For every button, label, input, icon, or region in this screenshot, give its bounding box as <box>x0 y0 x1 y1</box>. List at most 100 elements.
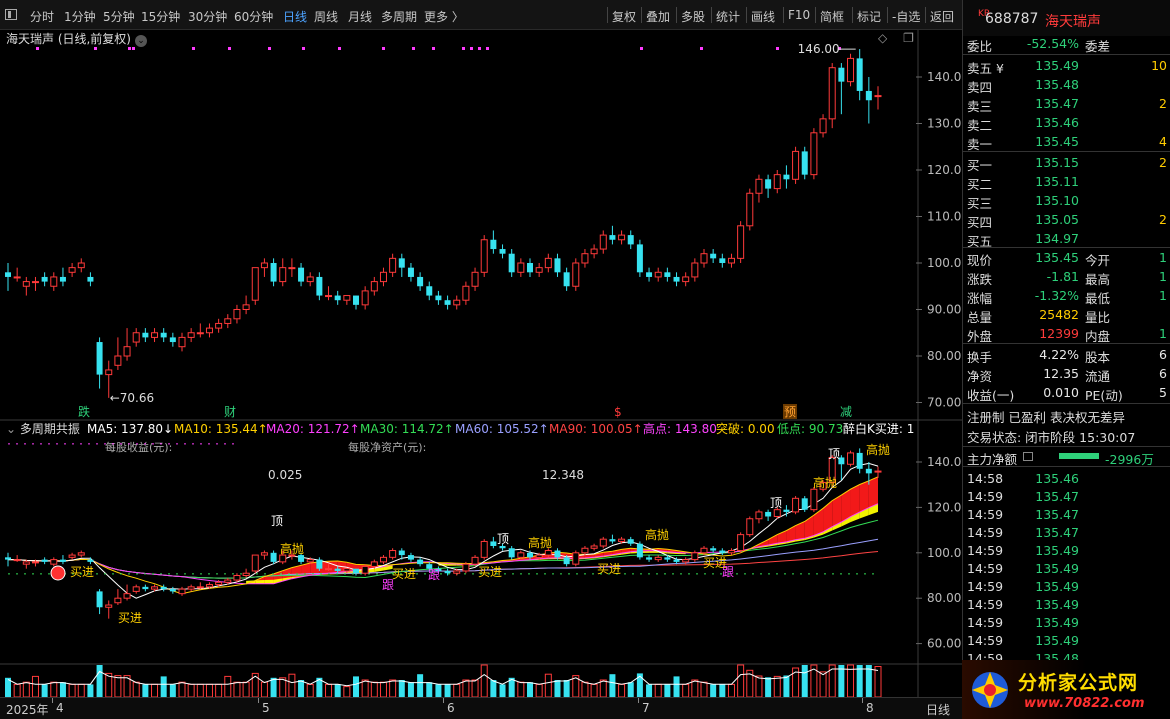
event-marker[interactable]: 跌 <box>78 404 90 419</box>
volume-bar <box>389 679 397 697</box>
period-tab[interactable]: 日线 <box>283 8 307 25</box>
ind-candle <box>215 581 223 586</box>
ask-row[interactable]: 卖一 135.45 4 <box>963 132 1170 152</box>
chevron-down-icon[interactable]: ⌄ <box>135 35 147 47</box>
toolbar-action-button[interactable]: 返回 <box>930 8 954 25</box>
volume-bar <box>68 683 76 697</box>
candle <box>178 336 186 348</box>
ind-candle <box>160 586 167 590</box>
fundamental-value: 12.35 <box>1043 366 1079 381</box>
main-flow-bar <box>1059 453 1099 459</box>
list-icon[interactable] <box>1023 452 1033 461</box>
toolbar-action-button[interactable]: 画线 <box>751 8 775 25</box>
candle <box>453 299 461 306</box>
period-tab[interactable]: 5分钟 <box>103 8 135 25</box>
event-marker[interactable]: 减 <box>840 405 852 419</box>
candle <box>407 267 414 277</box>
kline-chart[interactable]: 140.00 130.00 120.00 110.00 100.00 90.00 80.00… <box>0 30 962 697</box>
watermark-logo: 分析家公式网 www.70822.com <box>962 660 1170 719</box>
toolbar-action-button[interactable]: 简框 <box>820 8 844 25</box>
period-tab[interactable]: 60分钟 <box>234 8 273 25</box>
candle <box>554 258 561 273</box>
toolbar-action-button[interactable]: 统计 <box>716 8 740 25</box>
ind-candle <box>379 556 387 563</box>
toolbar-action-button[interactable]: 叠加 <box>646 8 670 25</box>
marker-dot <box>432 47 435 50</box>
ind-candle <box>499 545 506 549</box>
signal-label: 买进 <box>597 562 621 576</box>
candle <box>499 249 506 254</box>
period-tab[interactable]: 更多 〉 <box>424 8 464 25</box>
candle <box>792 150 800 180</box>
y-tick-label: 90.00 <box>927 303 961 317</box>
ma10-line <box>8 476 879 595</box>
period-tab[interactable]: 月线 <box>348 8 372 25</box>
volume-bar <box>462 679 470 697</box>
high-price-label: 146.00 <box>798 42 840 56</box>
event-marker[interactable]: 预 <box>784 405 796 419</box>
ask-row[interactable]: 卖五 ¥135.49 10 <box>963 56 1170 76</box>
stat-value: 25482 <box>1039 307 1079 322</box>
toolbar-action-button[interactable]: 标记 <box>857 8 881 25</box>
stat-value: 1 <box>1159 250 1167 265</box>
bid-row[interactable]: 买二 135.11 <box>963 172 1170 192</box>
ind-candle <box>68 554 76 558</box>
restore-icon[interactable]: ❐ <box>903 31 914 45</box>
tick-time: 14:59 <box>967 507 1004 522</box>
bid-row[interactable]: 买五 134.97 <box>963 229 1170 249</box>
event-marker[interactable]: $ <box>614 405 622 419</box>
ind-candle <box>773 509 781 517</box>
marker-dot <box>36 47 39 50</box>
volume-bar <box>783 675 790 697</box>
volume-bar <box>361 679 369 697</box>
ma-legend-item: 突破: 0.00 <box>716 421 775 436</box>
ask-row[interactable]: 卖四 135.48 <box>963 75 1170 95</box>
tick-time: 14:59 <box>967 489 1004 504</box>
volume-bar <box>59 682 66 697</box>
toolbar-action-button[interactable]: 复权 <box>612 8 636 25</box>
tick-row: 14:59 135.49 <box>963 541 1170 559</box>
candle <box>151 332 159 338</box>
period-tab[interactable]: 周线 <box>314 8 338 25</box>
volume-bar <box>31 675 39 697</box>
bid-row[interactable]: 买一 135.15 2 <box>963 153 1170 173</box>
volume-bar <box>636 673 643 697</box>
diamond-icon[interactable]: ◇ <box>878 31 887 45</box>
period-tab[interactable]: 多周期 <box>381 8 417 25</box>
period-tab[interactable]: 1分钟 <box>64 8 96 25</box>
volume-bar <box>435 684 442 697</box>
bid-price: 135.15 <box>1035 155 1079 170</box>
volume-bar <box>544 673 552 697</box>
candle <box>572 262 580 287</box>
candle <box>819 118 827 134</box>
candle <box>719 258 726 263</box>
event-marker[interactable]: 财 <box>224 405 236 419</box>
candle <box>242 304 250 311</box>
toolbar-action-button[interactable]: -自选 <box>892 8 920 25</box>
window-icon[interactable] <box>5 9 17 20</box>
stat-row: 现价 135.45 今开 1 <box>963 248 1170 268</box>
candle <box>132 332 140 343</box>
ask-row[interactable]: 卖二 135.46 <box>963 113 1170 133</box>
volume-bar <box>270 677 277 697</box>
toolbar-action-button[interactable]: F10 <box>788 8 810 22</box>
period-tab[interactable]: 30分钟 <box>188 8 227 25</box>
ind-candle <box>710 548 717 551</box>
volume-bar <box>801 665 808 697</box>
candle <box>444 300 451 305</box>
bid-row[interactable]: 买三 135.10 <box>963 191 1170 211</box>
ind-candle <box>719 550 726 553</box>
candle <box>471 271 479 287</box>
bid-row[interactable]: 买四 135.05 2 <box>963 210 1170 230</box>
trend-ribbon-red <box>813 508 824 536</box>
period-tab[interactable]: 分时 <box>30 8 54 25</box>
tick-price: 135.47 <box>1035 507 1079 522</box>
toolbar-action-button[interactable]: 多股 <box>681 8 705 25</box>
ind-candle <box>517 552 525 558</box>
toolbar-separator <box>607 7 608 23</box>
period-tab[interactable]: 15分钟 <box>141 8 180 25</box>
period-label[interactable]: 日线 <box>926 701 950 718</box>
volume-bar <box>517 681 525 697</box>
tick-price: 135.49 <box>1035 561 1079 576</box>
ask-row[interactable]: 卖三 135.47 2 <box>963 94 1170 114</box>
